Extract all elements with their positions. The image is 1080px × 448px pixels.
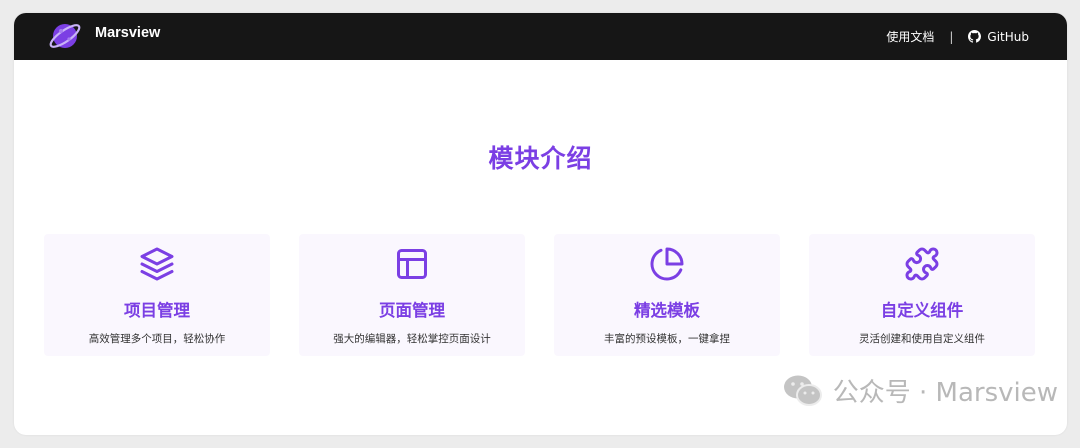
brand-name[interactable]: Marsview	[95, 25, 160, 41]
card-description: 高效管理多个项目，轻松协作	[88, 333, 226, 345]
pie-chart-icon	[650, 247, 684, 281]
watermark-text: 公众号 · Marsview	[832, 378, 1058, 408]
nav-separator: |	[949, 29, 954, 44]
feature-cards: 项目管理 高效管理多个项目，轻松协作 页面管理 强大的编辑器，轻松掌控页面设计 …	[44, 234, 1035, 356]
puzzle-icon	[905, 247, 939, 281]
watermark: 公众号 · Marsview	[783, 372, 1058, 409]
navbar: Marsview 使用文档 | GitHub	[14, 13, 1067, 60]
github-link[interactable]: GitHub	[968, 30, 1029, 44]
github-icon	[968, 30, 982, 43]
card-description: 强大的编辑器，轻松掌控页面设计	[333, 333, 491, 345]
card-title: 项目管理	[124, 301, 190, 320]
card-title: 自定义组件	[880, 301, 964, 320]
card-project-management[interactable]: 项目管理 高效管理多个项目，轻松协作	[44, 234, 270, 356]
card-templates[interactable]: 精选模板 丰富的预设模板，一键拿捏	[554, 234, 780, 356]
layers-icon	[140, 247, 174, 281]
docs-link[interactable]: 使用文档	[886, 28, 934, 45]
card-description: 丰富的预设模板，一键拿捏	[604, 333, 730, 345]
wechat-icon	[783, 375, 822, 406]
card-title: 页面管理	[379, 301, 445, 320]
nav-links: 使用文档 | GitHub	[886, 13, 1029, 60]
card-custom-components[interactable]: 自定义组件 灵活创建和使用自定义组件	[809, 234, 1035, 356]
section-title: 模块介绍	[488, 144, 593, 173]
layout-icon	[397, 249, 427, 279]
card-title: 精选模板	[634, 301, 700, 320]
github-label: GitHub	[987, 29, 1029, 44]
card-page-management[interactable]: 页面管理 强大的编辑器，轻松掌控页面设计	[299, 234, 525, 356]
planet-logo-icon[interactable]	[49, 20, 81, 52]
card-description: 灵活创建和使用自定义组件	[859, 333, 985, 345]
